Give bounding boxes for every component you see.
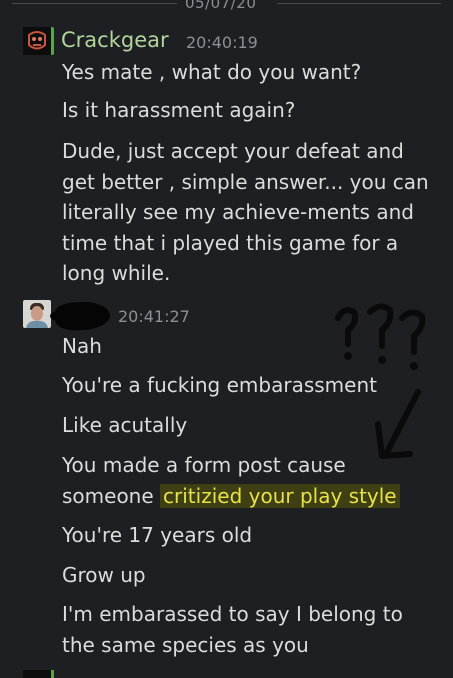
question-marks-scribble-icon	[335, 303, 426, 370]
date-separator-line-right	[277, 3, 441, 4]
date-separator: 05/07/20	[0, 0, 453, 12]
arrow-scribble-icon	[375, 389, 421, 459]
message-text: I'm embarassed to say I belong to the sa…	[62, 602, 403, 657]
date-label: 05/07/20	[185, 0, 257, 12]
redaction-mark	[54, 300, 111, 332]
username[interactable]: Crackgear	[61, 28, 169, 52]
avatar[interactable]	[23, 300, 51, 328]
message-text-form-post: You made a form post cause someone criti…	[62, 450, 422, 511]
message-text: Dude, just accept your defeat and get be…	[62, 139, 429, 285]
crackgear-avatar-icon	[23, 27, 51, 55]
avatar[interactable]	[23, 27, 54, 55]
message-timestamp: 20:41:27	[118, 307, 190, 326]
message-text: Grow up	[62, 563, 146, 587]
avatar-shirt	[26, 321, 48, 328]
date-separator-line-left	[12, 3, 177, 4]
message-text: Is it harassment again?	[62, 98, 296, 122]
message-text: Yes mate , what do you want?	[62, 60, 362, 84]
message-timestamp: 20:40:19	[186, 33, 258, 52]
highlighted-text: critizied your play style	[160, 483, 400, 508]
avatar[interactable]	[23, 670, 54, 678]
message-text: You're 17 years old	[62, 523, 253, 547]
avatar-face	[31, 306, 43, 321]
